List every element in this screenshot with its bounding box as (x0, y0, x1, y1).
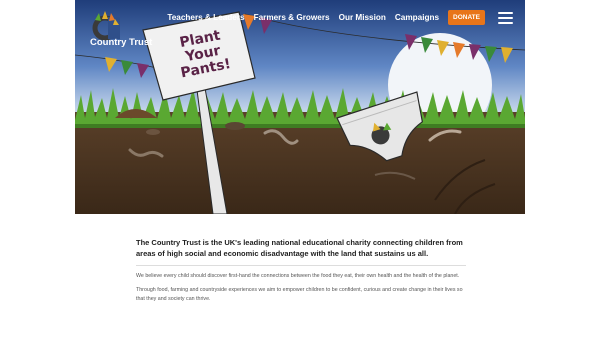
intro-lead: The Country Trust is the UK's leading na… (136, 238, 463, 258)
divider (136, 265, 466, 266)
nav-campaigns[interactable]: Campaigns (395, 13, 439, 22)
nav-teachers-leaders[interactable]: Teachers & Leaders (167, 13, 244, 22)
hero-banner: Country Trust Plant Your Pants! Teachers… (75, 0, 525, 214)
nav-farmers-growers[interactable]: Farmers & Growers (254, 13, 330, 22)
hamburger-menu-icon[interactable] (498, 11, 513, 24)
intro-paragraph-2: Through food, farming and countryside ex… (136, 287, 463, 302)
intro-paragraph-1: We believe every child should discover f… (136, 273, 460, 279)
intro-section: The Country Trust is the UK's leading na… (136, 238, 466, 309)
main-nav: Teachers & Leaders Farmers & Growers Our… (167, 10, 513, 25)
nav-our-mission[interactable]: Our Mission (339, 13, 386, 22)
wheat-c-logo-icon[interactable] (88, 7, 148, 62)
brand-name[interactable]: Country Trust (90, 38, 152, 48)
donate-button[interactable]: DONATE (448, 10, 485, 25)
